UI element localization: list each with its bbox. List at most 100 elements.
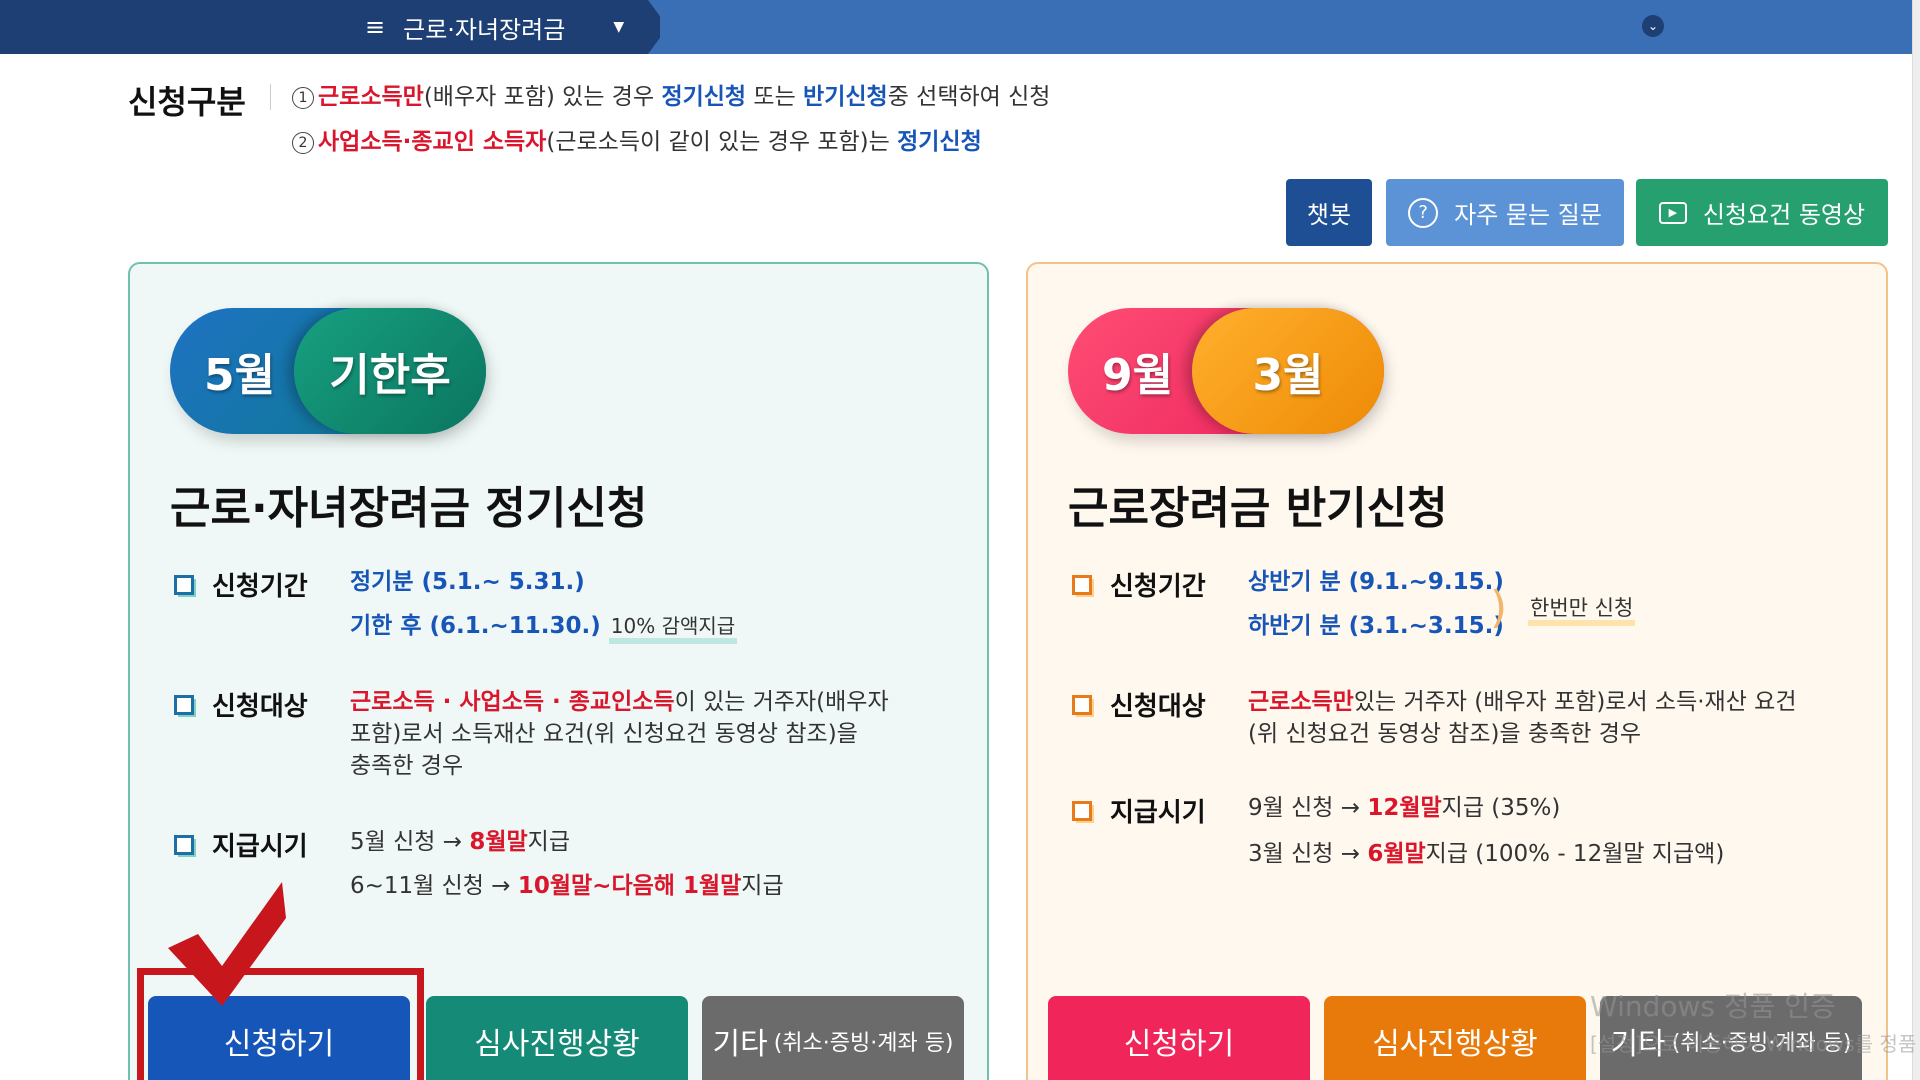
checkbox-square-icon xyxy=(1072,800,1094,823)
regular-review-status-button[interactable]: 심사진행상황 xyxy=(426,996,688,1080)
check-mark-icon xyxy=(168,882,286,1006)
circled-number: 2 xyxy=(292,132,314,154)
payment-label: 지급시기 xyxy=(174,826,308,863)
circled-number: 1 xyxy=(292,87,314,109)
text: 지급 (35%) xyxy=(1441,795,1561,821)
menu-label: 근로·자녀장려금 xyxy=(403,15,566,44)
text: 9월 신청 → xyxy=(1248,795,1368,821)
label-text: 신청기간 xyxy=(1110,572,1206,602)
category-line-1: 1 근로소득만(배우자 포함) 있는 경우 정기신청 또는 반기신청중 선택하여 … xyxy=(292,77,1050,111)
text: 지급 xyxy=(527,829,570,855)
text-highlight: 사업소득·종교인 소득자 xyxy=(318,129,547,155)
button-label: 심사진행상황 xyxy=(1372,1027,1538,1062)
text: 3월 신청 → xyxy=(1248,841,1368,867)
video-button[interactable]: ▶ 신청요건 동영상 xyxy=(1636,179,1888,246)
text: 5월 신청 → xyxy=(350,829,470,855)
reduction-note: 10% 감액지급 xyxy=(608,614,738,644)
button-label: 심사진행상황 xyxy=(474,1027,640,1062)
income-types: 근로소득만 xyxy=(1248,689,1354,715)
text-highlight: 8월말 xyxy=(469,829,528,855)
text: 6~11월 신청 → xyxy=(350,873,518,899)
once-note-wrap: 한번만 신청 xyxy=(1528,592,1636,626)
half-review-status-button[interactable]: 심사진행상황 xyxy=(1324,996,1586,1080)
label-text: 신청대상 xyxy=(1110,692,1206,722)
text: 지급 (100% - 12월말 지급액) xyxy=(1425,841,1725,867)
period-pill: 5월 기한후 xyxy=(170,308,486,434)
period-second-half: 하반기 분 (3.1.~3.15.) xyxy=(1248,613,1504,639)
hamburger-icon: ≡ xyxy=(365,13,386,41)
text: 지급 xyxy=(741,873,784,899)
checkbox-square-icon xyxy=(1072,574,1094,597)
category-title: 신청구분 xyxy=(128,83,246,121)
period-label: 신청기간 xyxy=(1072,566,1206,603)
checkbox-square-icon xyxy=(174,834,196,857)
text: 포함)로서 소득재산 요건(위 신청요건 동영상 참조)을 xyxy=(350,721,858,747)
target-label: 신청대상 xyxy=(1072,686,1206,723)
button-label: 기타 xyxy=(712,1027,768,1062)
text-highlight: 6월말 xyxy=(1367,841,1426,867)
question-icon: ? xyxy=(1408,197,1439,228)
period-line-2: 기한 후 (6.1.~11.30.) 10% 감액지급 xyxy=(350,610,738,644)
panel-title: 근로장려금 반기신청 xyxy=(1068,483,1448,534)
period-line-2: 하반기 분 (3.1.~3.15.) xyxy=(1248,610,1504,642)
label-text: 지급시기 xyxy=(212,832,308,862)
checkbox-square-icon xyxy=(174,574,196,597)
video-label: 신청요건 동영상 xyxy=(1702,201,1866,229)
text: 또는 xyxy=(746,84,804,110)
watermark-line-2: [설정]으로 이동하여 Windows를 정품 xyxy=(1590,1032,1917,1056)
period-late: 기한 후 (6.1.~11.30.) xyxy=(350,613,601,639)
faq-label: 자주 묻는 질문 xyxy=(1454,201,1602,229)
payment-line-2: 3월 신청 → 6월말지급 (100% - 12월말 지급액) xyxy=(1248,838,1724,870)
chatbot-button[interactable]: 챗봇 xyxy=(1286,179,1372,246)
text: 중 선택하여 신청 xyxy=(887,84,1051,110)
text: 있는 거주자 (배우자 포함)로서 소득·재산 요건 xyxy=(1353,689,1797,715)
target-label: 신청대상 xyxy=(174,686,308,723)
target-text: 근로소득만있는 거주자 (배우자 포함)로서 소득·재산 요건 (위 신청요건 … xyxy=(1248,686,1797,750)
period-regular: 정기분 (5.1.~ 5.31.) xyxy=(350,569,585,595)
target-text: 근로소득 · 사업소득 · 종교인소득이 있는 거주자(배우자 포함)로서 소득… xyxy=(350,686,889,782)
text-highlight: 근로소득만 xyxy=(318,84,424,110)
scrollbar[interactable] xyxy=(1912,0,1920,1080)
text: 이 있는 거주자(배우자 xyxy=(674,689,889,715)
period-label: 신청기간 xyxy=(174,566,308,603)
pill-late: 기한후 xyxy=(294,308,486,434)
label-text: 신청기간 xyxy=(212,572,308,602)
text: (배우자 포함) 있는 경우 xyxy=(423,84,662,110)
text: (위 신청요건 동영상 참조)을 충족한 경우 xyxy=(1248,721,1642,747)
payment-line-1: 9월 신청 → 12월말지급 (35%) xyxy=(1248,792,1560,824)
income-types: 근로소득 · 사업소득 · 종교인소득 xyxy=(350,689,675,715)
text-highlight: 정기신청 xyxy=(897,129,982,155)
panel-title: 근로·자녀장려금 정기신청 xyxy=(170,483,648,534)
payment-label: 지급시기 xyxy=(1072,792,1206,829)
text: (근로소득이 같이 있는 경우 포함)는 xyxy=(546,129,898,155)
text: 충족한 경우 xyxy=(350,753,464,779)
period-line-1: 정기분 (5.1.~ 5.31.) xyxy=(350,566,585,598)
brace-icon: ) xyxy=(1490,582,1508,633)
half-year-application-panel: 9월 3월 근로장려금 반기신청 신청기간 상반기 분 (9.1.~9.15.)… xyxy=(1026,262,1888,1080)
text-highlight: 12월말 xyxy=(1367,795,1442,821)
half-apply-button[interactable]: 신청하기 xyxy=(1048,996,1310,1080)
regular-etc-button[interactable]: 기타 (취소·증빙·계좌 등) xyxy=(702,996,964,1080)
menu-dropdown[interactable]: ≡ 근로·자녀장려금 ▼ xyxy=(365,0,624,54)
label-text: 신청대상 xyxy=(212,692,308,722)
watermark-line-1: Windows 정품 인증 xyxy=(1590,990,1836,1023)
faq-button[interactable]: ? 자주 묻는 질문 xyxy=(1386,179,1624,246)
chatbot-label: 챗봇 xyxy=(1306,201,1352,229)
chevron-down-icon: ▼ xyxy=(613,19,625,35)
expand-circle-icon[interactable]: ⌄ xyxy=(1642,15,1664,37)
category-line-2: 2 사업소득·종교인 소득자(근로소득이 같이 있는 경우 포함)는 정기신청 xyxy=(292,122,982,156)
period-first-half: 상반기 분 (9.1.~9.15.) xyxy=(1248,569,1504,595)
play-icon: ▶ xyxy=(1658,201,1687,224)
text-highlight: 반기신청 xyxy=(803,84,888,110)
checkbox-square-icon xyxy=(174,694,196,717)
once-note: 한번만 신청 xyxy=(1528,596,1636,626)
payment-line-1: 5월 신청 → 8월말지급 xyxy=(350,826,570,858)
payment-line-2: 6~11월 신청 → 10월말~다음해 1월말지급 xyxy=(350,870,784,902)
period-line-1: 상반기 분 (9.1.~9.15.) xyxy=(1248,566,1504,598)
checkbox-square-icon xyxy=(1072,694,1094,717)
button-label: 신청하기 xyxy=(1123,1027,1235,1062)
divider xyxy=(270,84,271,110)
top-navigation-bar: ≡ 근로·자녀장려금 ▼ ⌄ xyxy=(0,0,1920,54)
text-highlight: 정기신청 xyxy=(661,84,747,110)
button-sublabel: (취소·증빙·계좌 등) xyxy=(773,1031,954,1056)
